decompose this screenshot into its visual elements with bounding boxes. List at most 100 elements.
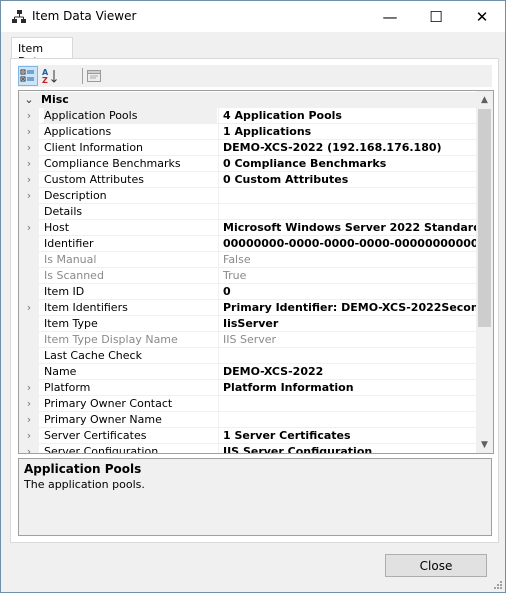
property-row[interactable]: Item Type IisServer — [19, 316, 476, 332]
property-grid[interactable]: ⌄ Misc › Application Pools 4 Application Poo… — [18, 90, 494, 454]
property-value[interactable]: DEMO-XCS-2022 (192.168.176.180) — [223, 140, 476, 156]
property-row[interactable]: Is Manual False — [19, 252, 476, 268]
property-row[interactable]: › Custom Attributes 0 Custom Attributes — [19, 172, 476, 188]
scroll-up-button[interactable]: ▲ — [476, 91, 493, 108]
chevron-right-icon[interactable]: › — [23, 172, 35, 188]
property-name: Description — [44, 189, 107, 202]
chevron-right-icon[interactable]: › — [23, 156, 35, 172]
title-bar[interactable]: Item Data Viewer — ☐ ✕ — [1, 1, 505, 32]
chevron-right-icon[interactable]: › — [23, 220, 35, 236]
alphabetical-button[interactable]: A Z — [40, 66, 60, 86]
maximize-button[interactable]: ☐ — [413, 1, 459, 32]
property-row[interactable]: › Primary Owner Name — [19, 412, 476, 428]
chevron-down-icon[interactable]: ⌄ — [23, 92, 35, 108]
property-row[interactable]: › Description — [19, 188, 476, 204]
property-value[interactable]: IIS Server — [223, 332, 476, 348]
property-value[interactable] — [223, 396, 476, 412]
column-divider — [218, 172, 219, 188]
property-value[interactable]: 0 — [223, 284, 476, 300]
chevron-right-icon[interactable]: › — [23, 396, 35, 412]
chevron-right-icon[interactable]: › — [23, 412, 35, 428]
property-value[interactable]: True — [223, 268, 476, 284]
property-name: Primary Owner Name — [44, 413, 162, 426]
column-divider — [218, 220, 219, 236]
property-value[interactable] — [223, 188, 476, 204]
scrollbar-thumb[interactable] — [478, 109, 491, 327]
property-row[interactable]: Item Type Display Name IIS Server — [19, 332, 476, 348]
item-data-viewer-window: Item Data Viewer — ☐ ✕ Item Data A Z — [0, 0, 506, 593]
chevron-right-icon[interactable]: › — [23, 108, 35, 124]
property-pages-button[interactable] — [84, 66, 104, 86]
property-row[interactable]: › Server Configuration IIS Server Configur… — [19, 444, 476, 454]
property-value[interactable]: Microsoft Windows Server 2022 Standard — [223, 220, 476, 236]
property-row[interactable]: › Platform Platform Information — [19, 380, 476, 396]
row-gutter — [19, 364, 39, 380]
property-name: Host — [44, 221, 70, 234]
help-pane: Application Pools The application pools. — [18, 458, 492, 536]
property-row[interactable]: › Item Identifiers Primary Identifier: DEM… — [19, 300, 476, 316]
property-name: Compliance Benchmarks — [44, 157, 181, 170]
property-value[interactable] — [223, 204, 476, 220]
property-value[interactable]: 0 Compliance Benchmarks — [223, 156, 476, 172]
property-row[interactable]: › Applications 1 Applications — [19, 124, 476, 140]
column-divider — [218, 348, 219, 364]
property-name: Is Manual — [44, 253, 97, 266]
chevron-right-icon[interactable]: › — [23, 444, 35, 453]
property-row[interactable]: Name DEMO-XCS-2022 — [19, 364, 476, 380]
property-value[interactable]: DEMO-XCS-2022 — [223, 364, 476, 380]
property-value[interactable]: 4 Application Pools — [223, 108, 476, 124]
chevron-up-icon: ▲ — [481, 94, 488, 105]
property-name: Applications — [44, 125, 112, 138]
property-value[interactable]: False — [223, 252, 476, 268]
chevron-right-icon[interactable]: › — [23, 124, 35, 140]
categorized-button[interactable] — [18, 66, 38, 86]
property-value[interactable]: Platform Information — [223, 380, 476, 396]
scroll-down-button[interactable]: ▼ — [476, 436, 493, 453]
property-value[interactable]: 00000000-0000-0000-0000-000000000000 — [223, 236, 476, 252]
property-name: Item Type Display Name — [44, 333, 178, 346]
property-row[interactable]: › Primary Owner Contact — [19, 396, 476, 412]
tab-panel-item-data: A Z ⌄ Misc › Application Pools 4 Application… — [10, 58, 499, 543]
vertical-scrollbar[interactable]: ▲ ▼ — [476, 91, 493, 453]
property-row[interactable]: Is Scanned True — [19, 268, 476, 284]
property-name: Platform — [44, 381, 91, 394]
alphabetical-sort-icon: A Z — [42, 68, 57, 84]
property-value[interactable]: IisServer — [223, 316, 476, 332]
property-row[interactable]: › Client Information DEMO-XCS-2022 (192.16… — [19, 140, 476, 156]
property-row[interactable]: › Server Certificates 1 Server Certificate… — [19, 428, 476, 444]
chevron-right-icon[interactable]: › — [23, 380, 35, 396]
close-button[interactable]: Close — [385, 554, 487, 577]
close-window-button[interactable]: ✕ — [459, 1, 505, 32]
minimize-button[interactable]: — — [367, 1, 413, 32]
property-value[interactable]: IIS Server Configuration — [223, 444, 476, 453]
property-value[interactable] — [223, 412, 476, 428]
property-row[interactable]: Details — [19, 204, 476, 220]
property-row[interactable]: Last Cache Check — [19, 348, 476, 364]
chevron-right-icon[interactable]: › — [23, 300, 35, 316]
column-divider — [218, 444, 219, 453]
property-value[interactable]: 1 Server Certificates — [223, 428, 476, 444]
chevron-right-icon[interactable]: › — [23, 428, 35, 444]
property-row[interactable]: › Host Microsoft Windows Server 2022 Stand… — [19, 220, 476, 236]
chevron-right-icon[interactable]: › — [23, 140, 35, 156]
property-value[interactable]: Primary Identifier: DEMO-XCS-2022Seconda… — [223, 300, 476, 316]
category-misc[interactable]: ⌄ Misc — [19, 92, 476, 108]
property-name: Identifier — [44, 237, 94, 250]
property-name: Is Scanned — [44, 269, 104, 282]
category-label: Misc — [41, 93, 69, 106]
property-row[interactable]: › Compliance Benchmarks 0 Compliance Bench… — [19, 156, 476, 172]
property-value[interactable]: 0 Custom Attributes — [223, 172, 476, 188]
property-value[interactable] — [223, 348, 476, 364]
column-divider — [218, 156, 219, 172]
column-divider — [218, 108, 219, 124]
property-row[interactable]: Item ID 0 — [19, 284, 476, 300]
property-row[interactable]: Identifier 00000000-0000-0000-0000-000000… — [19, 236, 476, 252]
property-row[interactable]: › Application Pools 4 Application Pools — [19, 108, 476, 124]
property-name: Server Configuration — [44, 445, 159, 454]
tab-item-data[interactable]: Item Data — [11, 37, 73, 68]
property-value[interactable]: 1 Applications — [223, 124, 476, 140]
row-gutter — [19, 252, 39, 268]
resize-grip-icon[interactable] — [493, 580, 503, 590]
chevron-right-icon[interactable]: › — [23, 188, 35, 204]
column-divider — [218, 380, 219, 396]
